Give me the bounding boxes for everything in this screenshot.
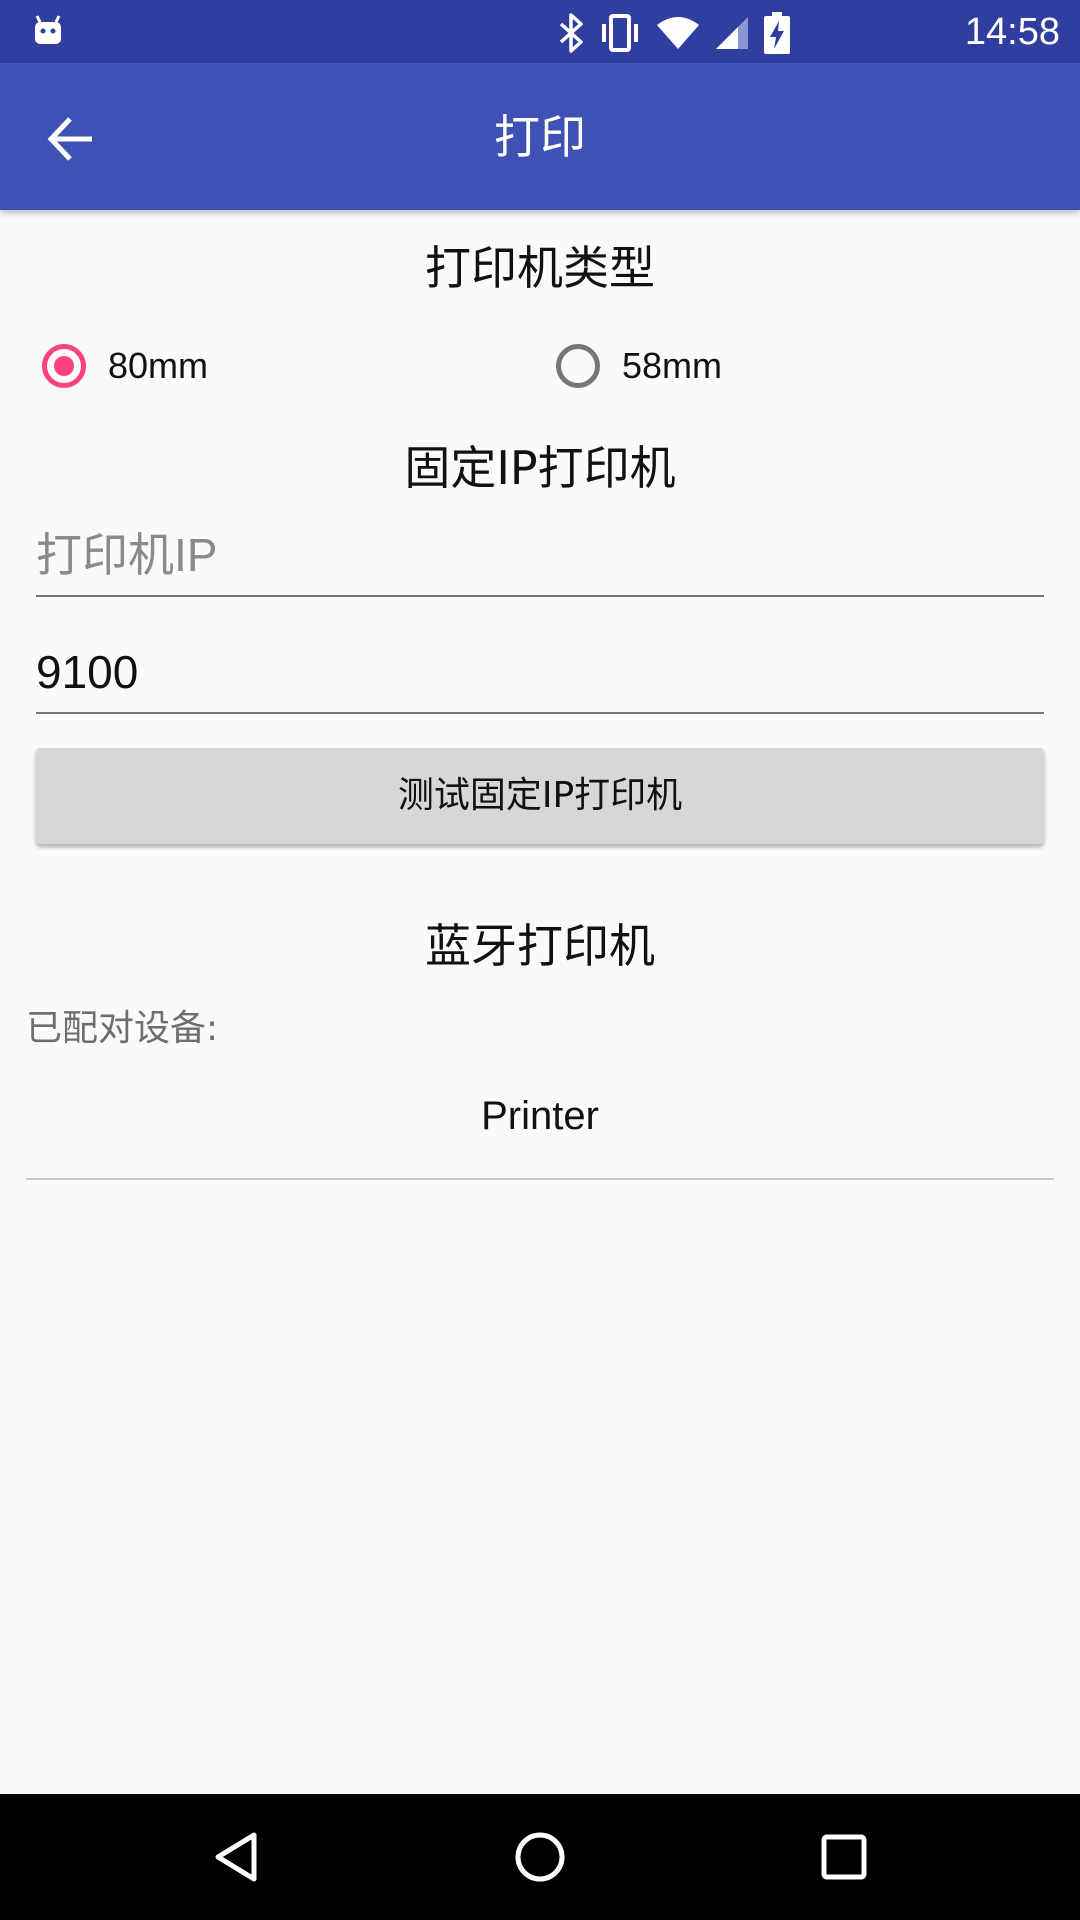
back-triangle-icon[interactable] — [206, 1827, 266, 1887]
radio-58mm[interactable]: 58mm — [556, 334, 722, 398]
radio-58mm-label: 58mm — [622, 345, 723, 386]
radio-checked-icon — [42, 344, 86, 388]
status-time: 14:58 — [964, 11, 1060, 53]
page-title: 打印 — [494, 110, 586, 164]
radio-80mm-label: 80mm — [108, 345, 209, 386]
list-item[interactable]: Printer — [0, 1086, 1080, 1146]
home-circle-icon[interactable] — [510, 1827, 570, 1887]
radio-80mm[interactable]: 80mm — [42, 334, 208, 398]
signal-icon — [716, 17, 748, 49]
status-bar: 14:58 — [0, 0, 1080, 63]
app-bar: 打印 — [0, 63, 1080, 210]
bluetooth-icon — [559, 13, 583, 53]
battery-charging-icon — [764, 12, 790, 54]
vibrate-icon — [602, 14, 638, 52]
printer-type-title: 打印机类型 — [425, 241, 655, 295]
fixed-ip-title: 固定IP打印机 — [404, 441, 676, 495]
navigation-bar — [0, 1794, 1080, 1920]
divider — [26, 1178, 1054, 1180]
radio-unchecked-icon — [556, 344, 600, 388]
wifi-icon — [657, 17, 699, 49]
port-input[interactable]: 9100 — [36, 632, 1044, 714]
printer-type-radio-group: 80mm 58mm — [0, 334, 1080, 398]
paired-devices-label: 已配对设备: — [26, 1008, 219, 1049]
printer-ip-input[interactable]: 打印机IP — [36, 515, 1044, 597]
bluetooth-title: 蓝牙打印机 — [425, 919, 655, 973]
recents-square-icon[interactable] — [814, 1827, 874, 1887]
test-fixed-ip-button[interactable]: 测试固定IP打印机 — [36, 748, 1044, 844]
android-icon — [35, 15, 61, 44]
